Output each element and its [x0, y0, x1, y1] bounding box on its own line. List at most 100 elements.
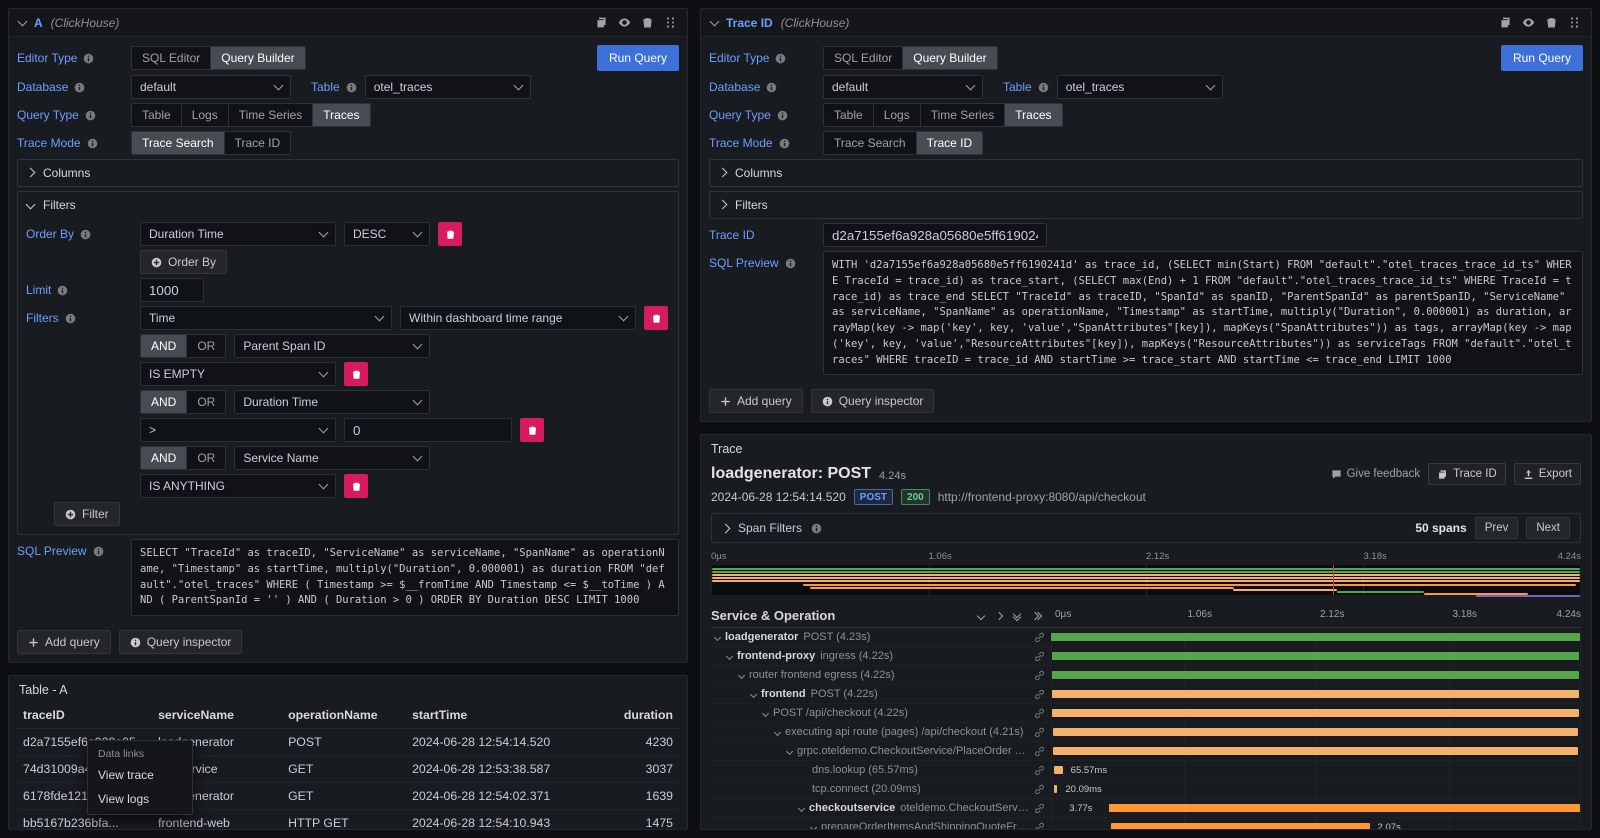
column-header[interactable]: duration	[578, 702, 679, 729]
span-row[interactable]: executing api route (pages) /api/checkou…	[711, 723, 1581, 742]
database-select[interactable]: default	[131, 75, 291, 99]
filter-field-select[interactable]: Service Name	[234, 446, 430, 470]
view-logs-menu-item[interactable]: View logs	[88, 787, 192, 811]
export-button[interactable]: Export	[1514, 463, 1581, 485]
add-query-button[interactable]: Add query	[709, 389, 803, 413]
drag-handle-icon[interactable]	[1568, 16, 1581, 29]
filter-operator-select[interactable]: >	[140, 418, 336, 442]
sql-editor-option[interactable]: SQL Editor	[132, 47, 211, 69]
add-filter-button[interactable]: Filter	[54, 502, 120, 526]
span-bar[interactable]	[1053, 747, 1578, 755]
filters-section-header[interactable]: Filters	[18, 192, 678, 218]
filter-value-input[interactable]	[344, 418, 512, 442]
column-header[interactable]: serviceName	[152, 702, 282, 729]
link-icon[interactable]	[1034, 708, 1045, 719]
query-type-table[interactable]: Table	[824, 104, 874, 126]
collapse-chevron-icon[interactable]	[775, 730, 780, 735]
duplicate-icon[interactable]	[595, 16, 608, 29]
span-row[interactable]: grpc.oteldemo.CheckoutService/PlaceOrder…	[711, 742, 1581, 761]
sql-editor-option[interactable]: SQL Editor	[824, 47, 903, 69]
and-option[interactable]: AND	[141, 335, 187, 357]
trace-id-option[interactable]: Trace ID	[917, 132, 983, 154]
and-option[interactable]: AND	[141, 391, 187, 413]
table-select[interactable]: otel_traces	[365, 75, 531, 99]
order-by-direction-select[interactable]: DESC	[344, 222, 430, 246]
query-inspector-button[interactable]: Query inspector	[811, 389, 935, 413]
or-option[interactable]: OR	[187, 391, 225, 413]
hide-query-icon[interactable]	[618, 16, 631, 29]
link-icon[interactable]	[1034, 670, 1045, 681]
column-header[interactable]: startTime	[406, 702, 578, 729]
span-row[interactable]: prepareOrderItemsAndShippingQuoteFromCar…	[711, 818, 1581, 830]
link-icon[interactable]	[1034, 784, 1045, 795]
collapse-all-icon[interactable]	[1014, 611, 1020, 620]
collapse-chevron-icon[interactable]	[811, 825, 816, 830]
span-bar[interactable]	[1111, 823, 1370, 830]
run-query-button[interactable]: Run Query	[1501, 45, 1583, 71]
query-type-traces[interactable]: Traces	[313, 104, 369, 126]
limit-input[interactable]	[140, 278, 204, 302]
trace-id-button[interactable]: Trace ID	[1428, 463, 1506, 485]
span-bar[interactable]	[1052, 652, 1580, 660]
trace-id-option[interactable]: Trace ID	[225, 132, 291, 154]
link-icon[interactable]	[1034, 727, 1045, 738]
span-row[interactable]: loadgenerator POST (4.23s)	[711, 628, 1581, 647]
query-type-table[interactable]: Table	[132, 104, 182, 126]
query-type-logs[interactable]: Logs	[182, 104, 229, 126]
remove-filter-button[interactable]	[644, 306, 668, 330]
collapse-chevron-icon[interactable]	[787, 749, 792, 754]
drag-handle-icon[interactable]	[664, 16, 677, 29]
remove-filter-button[interactable]	[344, 362, 368, 386]
span-bar[interactable]	[1051, 633, 1580, 641]
view-trace-menu-item[interactable]: View trace	[88, 763, 192, 787]
hide-query-icon[interactable]	[1522, 16, 1535, 29]
span-bar[interactable]	[1053, 728, 1579, 736]
link-icon[interactable]	[1034, 689, 1045, 700]
collapse-chevron-icon[interactable]	[715, 635, 720, 640]
span-row[interactable]: router frontend egress (4.22s)	[711, 666, 1581, 685]
span-row[interactable]: tcp.connect (20.09ms) 20.09ms	[711, 780, 1581, 799]
query-builder-option[interactable]: Query Builder	[903, 47, 996, 69]
span-bar[interactable]	[1052, 690, 1579, 698]
collapse-chevron-icon[interactable]	[763, 711, 768, 716]
table-select[interactable]: otel_traces	[1057, 75, 1223, 99]
collapse-chevron-icon[interactable]	[727, 654, 732, 659]
query-ref-id[interactable]: Trace ID	[726, 16, 773, 30]
span-bar[interactable]	[1054, 766, 1062, 774]
span-row[interactable]: dns.lookup (65.57ms) 65.57ms	[711, 761, 1581, 780]
collapse-chevron-icon[interactable]	[751, 692, 756, 697]
filter-field-select[interactable]: Parent Span ID	[234, 334, 430, 358]
order-by-field-select[interactable]: Duration Time	[140, 222, 336, 246]
query-type-timeseries[interactable]: Time Series	[921, 104, 1006, 126]
column-header[interactable]: traceID	[17, 702, 152, 729]
duplicate-icon[interactable]	[1499, 16, 1512, 29]
expand-all-icon[interactable]	[1032, 613, 1041, 619]
collapse-chevron-icon[interactable]	[710, 16, 720, 26]
collapse-chevron-icon[interactable]	[18, 16, 28, 26]
collapse-one-icon[interactable]	[978, 613, 984, 619]
minimap-canvas[interactable]	[711, 564, 1581, 596]
query-type-traces[interactable]: Traces	[1005, 104, 1061, 126]
span-row[interactable]: checkoutservice oteldemo.CheckoutService…	[711, 799, 1581, 818]
collapse-chevron-icon[interactable]	[799, 806, 804, 811]
filter-field-select[interactable]: Time	[140, 306, 392, 330]
trace-search-option[interactable]: Trace Search	[132, 132, 225, 154]
database-select[interactable]: default	[823, 75, 983, 99]
delete-query-icon[interactable]	[641, 16, 654, 29]
add-order-by-button[interactable]: Order By	[140, 250, 227, 274]
trace-minimap[interactable]: 0μs 1.06s 2.12s 3.18s 4.24s	[711, 551, 1581, 596]
span-bar[interactable]	[1054, 785, 1057, 793]
trace-search-option[interactable]: Trace Search	[824, 132, 917, 154]
link-icon[interactable]	[1034, 765, 1045, 776]
link-icon[interactable]	[1034, 632, 1045, 643]
and-option[interactable]: AND	[141, 447, 187, 469]
delete-query-icon[interactable]	[1545, 16, 1558, 29]
span-row[interactable]: frontend POST (4.22s)	[711, 685, 1581, 704]
link-icon[interactable]	[1034, 822, 1045, 830]
span-bar[interactable]	[1109, 804, 1580, 812]
prev-button[interactable]: Prev	[1475, 517, 1519, 539]
link-icon[interactable]	[1034, 746, 1045, 757]
chevron-right-icon[interactable]	[721, 523, 731, 533]
query-type-logs[interactable]: Logs	[874, 104, 921, 126]
query-builder-option[interactable]: Query Builder	[211, 47, 304, 69]
